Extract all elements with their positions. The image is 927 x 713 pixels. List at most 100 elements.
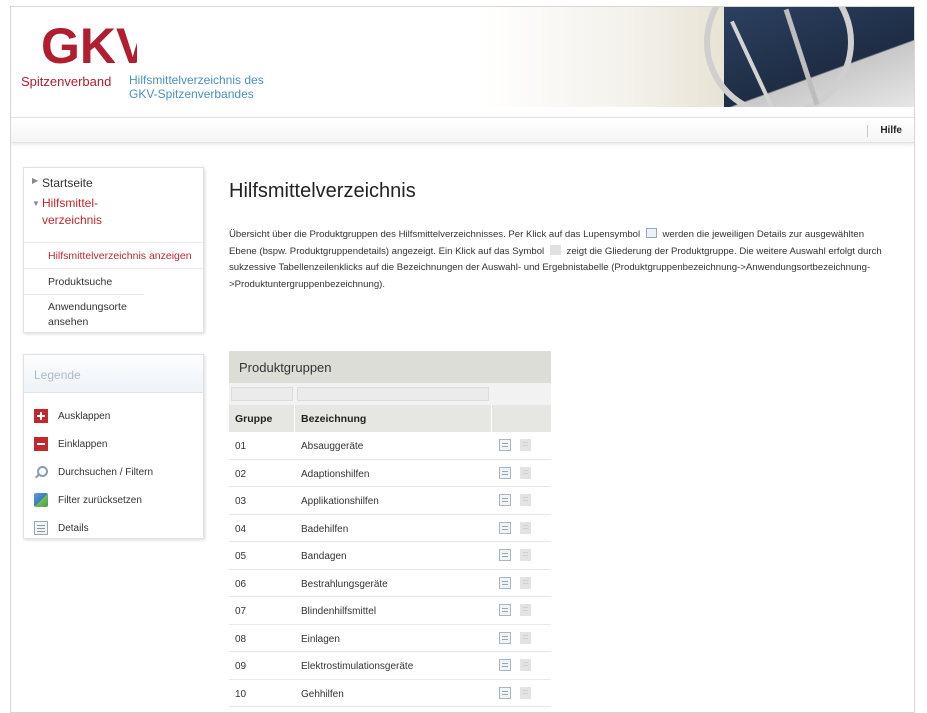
table-body: 01 Absauggeräte 02 Adaptionshilfen 03 Applika…	[229, 432, 551, 707]
details-icon[interactable]	[499, 604, 511, 616]
group-name[interactable]: Applikationshilfen	[301, 496, 379, 507]
table-row[interactable]: 06 Bestrahlungsgeräte	[229, 570, 551, 597]
nav-item-label: Startseite	[42, 176, 93, 190]
group-name[interactable]: Blindenhilfsmittel	[301, 606, 376, 617]
details-icon[interactable]	[499, 631, 511, 644]
nav-item-label-line1: Hilfsmittel-	[42, 196, 98, 210]
group-number: 05	[235, 551, 247, 562]
group-number: 02	[235, 468, 247, 480]
legend-item-label: Durchsuchen / Filtern	[58, 466, 154, 478]
table-row[interactable]: 10 Gehhilfen	[229, 680, 551, 707]
triangle-down-icon: ▼	[32, 199, 40, 208]
group-filter-input[interactable]	[231, 387, 293, 401]
table-row[interactable]: 02 Adaptionshilfen	[229, 460, 551, 487]
details-icon[interactable]	[499, 439, 511, 451]
intro-text-part: Übersicht über die Produktgruppen des Hi…	[229, 229, 641, 240]
legend-item-search: Durchsuchen / Filtern	[34, 463, 153, 481]
legend-item-expand: Ausklappen	[34, 407, 110, 425]
search-icon	[34, 465, 48, 479]
nav-subitem-anwendungsorte[interactable]: Anwendungsorte ansehen	[24, 294, 144, 332]
column-header-group[interactable]: Gruppe	[235, 413, 272, 425]
group-number: 08	[235, 633, 247, 645]
expand-icon	[34, 409, 48, 423]
details-icon[interactable]	[499, 686, 511, 699]
table-row[interactable]: 03 Applikationshilfen	[229, 487, 551, 515]
details-icon[interactable]	[499, 576, 511, 589]
structure-icon[interactable]	[520, 659, 531, 671]
table-row[interactable]: 01 Absauggeräte	[229, 432, 551, 460]
reset-filter-icon	[34, 493, 48, 507]
table-row[interactable]: 05 Bandagen	[229, 542, 551, 570]
product-group-table: Produktgruppen Gruppe Bezeichnung 01 Absa…	[229, 351, 551, 712]
structure-icon[interactable]	[520, 549, 531, 561]
nav-subitem-produktsuche[interactable]: Produktsuche	[24, 268, 203, 294]
group-number: 09	[235, 661, 247, 672]
legend-item-label: Einklappen	[58, 438, 108, 450]
legend-item-reset: Filter zurücksetzen	[34, 491, 142, 509]
table-header: Gruppe Bezeichnung	[229, 405, 551, 432]
structure-icon	[549, 244, 561, 255]
column-divider	[294, 405, 295, 432]
structure-icon[interactable]	[520, 631, 531, 644]
structure-icon[interactable]	[520, 494, 531, 506]
table-row[interactable]: 08 Einlagen	[229, 625, 551, 652]
brand-name: Spitzenverband	[21, 74, 112, 89]
details-icon[interactable]	[499, 494, 511, 506]
nav-item-label-line2: verzeichnis	[42, 213, 103, 227]
gkv-logo-text: GKV	[41, 19, 137, 69]
details-icon	[34, 521, 48, 535]
group-name[interactable]: Gehhilfen	[301, 689, 344, 700]
nav-subitem-anzeigen[interactable]: Hilfsmittelverzeichnis anzeigen	[24, 242, 203, 268]
details-icon[interactable]	[499, 521, 511, 534]
top-bar: Hilfe	[11, 117, 914, 143]
structure-icon[interactable]	[520, 521, 531, 534]
details-icon[interactable]	[499, 466, 511, 479]
sidebar-nav: ▶ Startseite ▼ Hilfsmittel- verzeichnis …	[23, 167, 204, 333]
table-row[interactable]: 09 Elektrostimulationsgeräte	[229, 652, 551, 680]
group-name[interactable]: Badehilfen	[301, 524, 348, 535]
table-row[interactable]: 07 Blindenhilfsmittel	[229, 597, 551, 625]
group-number: 07	[235, 606, 247, 617]
group-name[interactable]: Absauggeräte	[301, 441, 363, 452]
details-icon	[645, 228, 657, 238]
group-number: 03	[235, 496, 247, 507]
header-photo	[481, 7, 914, 107]
table-row[interactable]: 04 Badehilfen	[229, 515, 551, 542]
legend-item-details: Details	[34, 519, 89, 537]
triangle-right-icon: ▶	[32, 176, 39, 185]
legend-item-label: Ausklappen	[58, 410, 111, 422]
page-title: Hilfsmittelverzeichnis	[229, 180, 416, 202]
help-link[interactable]: Hilfe	[880, 125, 902, 136]
group-name[interactable]: Bestrahlungsgeräte	[301, 579, 388, 590]
legend-panel: Legende Ausklappen Einklappen Durchsuche…	[23, 354, 204, 539]
divider	[867, 125, 868, 137]
column-divider	[491, 405, 492, 432]
group-name[interactable]: Bandagen	[301, 551, 347, 562]
site-subtitle: Hilfsmittelverzeichnis des GKV-Spitzenve…	[129, 73, 264, 101]
group-name[interactable]: Elektrostimulationsgeräte	[301, 661, 413, 672]
details-icon[interactable]	[499, 549, 511, 561]
structure-icon[interactable]	[520, 576, 531, 589]
name-filter-input[interactable]	[297, 387, 489, 401]
page-frame: GKV Spitzenverband Hilfsmittelverzeichni…	[10, 6, 915, 713]
structure-icon[interactable]	[520, 439, 531, 451]
gkv-logo[interactable]: GKV	[41, 19, 137, 69]
site-subtitle-line2: GKV-Spitzenverbandes	[129, 87, 254, 101]
legend-title: Legende	[24, 355, 203, 393]
group-number: 04	[235, 523, 247, 535]
group-number: 06	[235, 578, 247, 590]
structure-icon[interactable]	[520, 466, 531, 479]
details-icon[interactable]	[499, 659, 511, 671]
legend-item-label: Details	[58, 522, 89, 534]
legend-item-label: Filter zurücksetzen	[58, 494, 142, 506]
structure-icon[interactable]	[520, 604, 531, 616]
table-caption: Produktgruppen	[229, 351, 551, 383]
group-name[interactable]: Adaptionshilfen	[301, 469, 369, 480]
group-number: 01	[235, 441, 247, 452]
site-subtitle-line1: Hilfsmittelverzeichnis des	[129, 73, 264, 87]
nav-item-startseite[interactable]: ▶ Startseite	[24, 176, 203, 190]
column-header-name[interactable]: Bezeichnung	[301, 413, 366, 425]
structure-icon[interactable]	[520, 686, 531, 699]
nav-item-hilfsmittelverzeichnis[interactable]: ▼ Hilfsmittel- verzeichnis	[24, 195, 203, 229]
group-name[interactable]: Einlagen	[301, 634, 340, 645]
